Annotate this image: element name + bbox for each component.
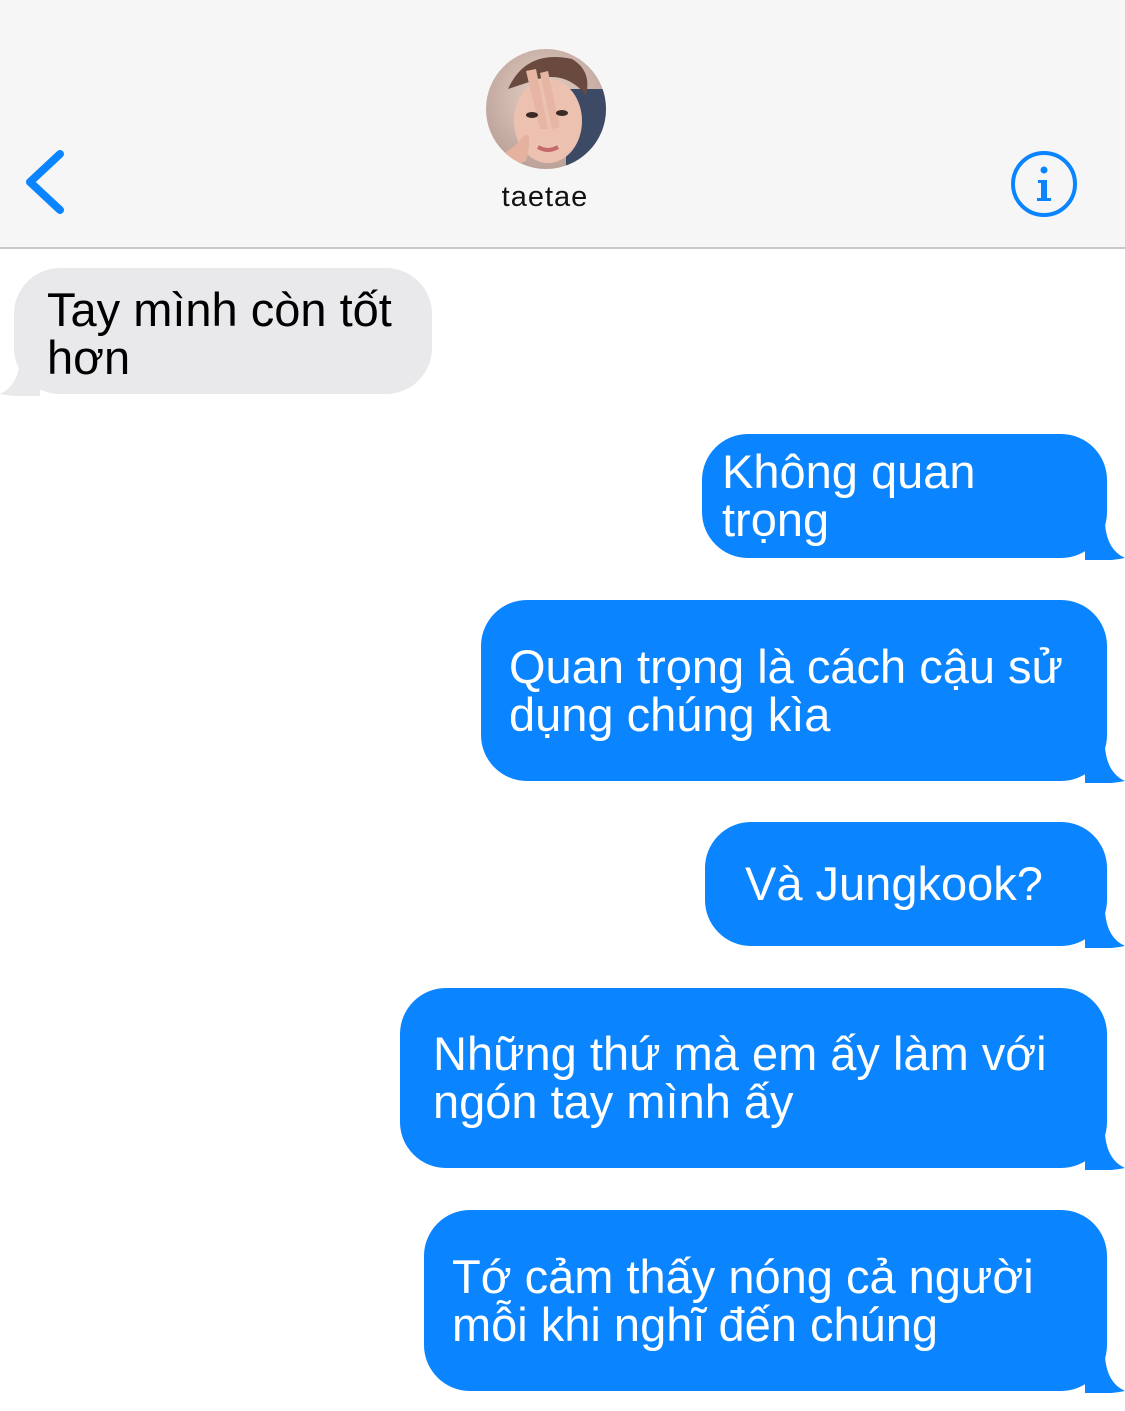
message-bubble-sent[interactable]: Và Jungkook? xyxy=(705,822,1125,948)
message-text: Tay mình còn tốt hơn xyxy=(47,283,392,384)
bubble-tail xyxy=(1085,1130,1125,1170)
message-bubble-sent[interactable]: Quan trọng là cách cậu sử dụng chúng kìa xyxy=(481,600,1125,783)
bubble-tail xyxy=(1085,743,1125,783)
contact-avatar[interactable] xyxy=(486,49,606,169)
info-circle-icon xyxy=(1011,151,1077,217)
message-text: Những thứ mà em ấy làm với ngón tay mình… xyxy=(433,1027,1047,1128)
message-text: Không quan trọng xyxy=(722,445,976,546)
message-text: Quan trọng là cách cậu sử dụng chúng kìa xyxy=(509,639,1063,741)
bubble-tail xyxy=(0,356,40,396)
message-bubble-received[interactable]: Tay mình còn tốt hơn xyxy=(0,268,432,396)
message-text: Và Jungkook? xyxy=(745,857,1043,910)
message-text: Tớ cảm thấy nóng cả người mỗi khi nghĩ đ… xyxy=(452,1249,1034,1351)
conversation-header: taetae xyxy=(0,0,1125,249)
message-bubble-sent[interactable]: Không quan trọng xyxy=(702,434,1125,560)
avatar-image xyxy=(486,49,606,169)
bubble-tail xyxy=(1085,908,1125,948)
bubble-tail xyxy=(1085,520,1125,560)
info-button[interactable] xyxy=(1008,148,1080,220)
message-bubble-sent[interactable]: Những thứ mà em ấy làm với ngón tay mình… xyxy=(400,988,1125,1170)
bubble-tail xyxy=(1085,1353,1125,1393)
message-bubble-sent[interactable]: Tớ cảm thấy nóng cả người mỗi khi nghĩ đ… xyxy=(424,1210,1125,1393)
contact-name[interactable]: taetae xyxy=(0,181,1090,214)
